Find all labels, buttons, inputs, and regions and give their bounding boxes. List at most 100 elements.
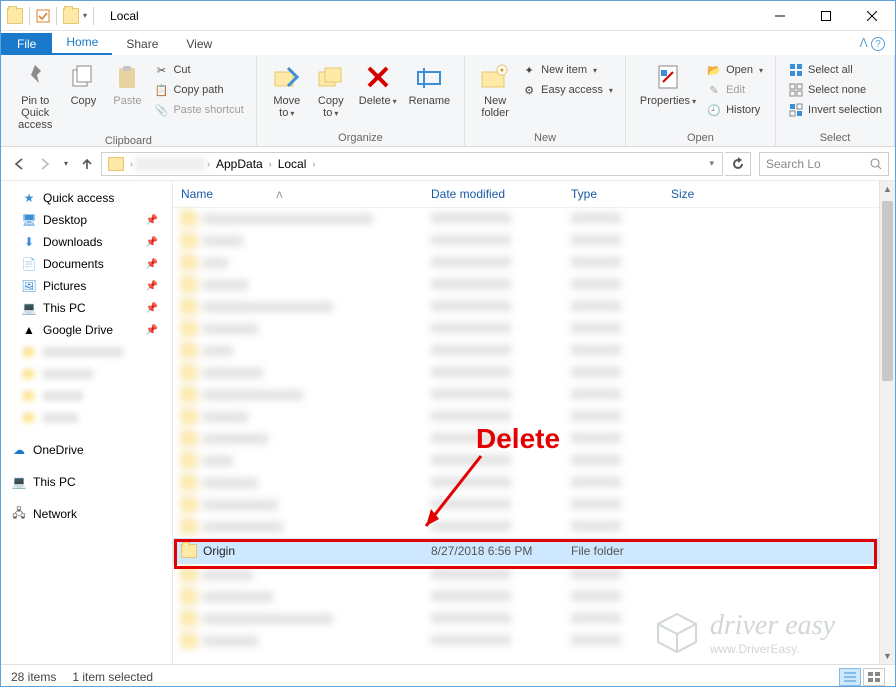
list-item[interactable]: [173, 296, 895, 318]
tab-home[interactable]: Home: [52, 31, 112, 55]
sidebar-item-documents[interactable]: 📄Documents📌: [1, 253, 172, 275]
sidebar-item-network[interactable]: 🖧Network: [1, 503, 172, 525]
sort-indicator-icon: ᐱ: [276, 190, 282, 200]
rename-button[interactable]: Rename: [403, 59, 457, 109]
copy-to-button[interactable]: Copy to▾: [309, 59, 353, 121]
pin-to-quick-access-button[interactable]: Pin to Quick access: [9, 59, 61, 133]
scroll-up-icon[interactable]: ▲: [880, 181, 895, 197]
path-icon: 📋: [153, 82, 169, 98]
invert-selection-icon: [788, 102, 804, 118]
cut-button[interactable]: ✂Cut: [149, 61, 247, 79]
sidebar-item-this-pc-2[interactable]: 💻This PC: [1, 471, 172, 493]
column-size[interactable]: Size: [671, 187, 751, 201]
list-item[interactable]: [173, 230, 895, 252]
sidebar-item-blurred[interactable]: 📁: [1, 385, 172, 407]
invert-selection-button[interactable]: Invert selection: [784, 101, 886, 119]
paste-icon: [114, 64, 140, 90]
window-title: Local: [110, 9, 757, 23]
list-item[interactable]: [173, 608, 895, 630]
folder-icon: [63, 8, 79, 24]
scrollbar-thumb[interactable]: [882, 201, 893, 381]
list-item[interactable]: [173, 208, 895, 230]
sidebar-item-downloads[interactable]: ⬇Downloads📌: [1, 231, 172, 253]
history-button[interactable]: 🕘History: [702, 101, 767, 119]
sidebar-item-this-pc[interactable]: 💻This PC📌: [1, 297, 172, 319]
select-all-button[interactable]: Select all: [784, 61, 886, 79]
list-item[interactable]: [173, 274, 895, 296]
sidebar-item-desktop[interactable]: 🖥Desktop📌: [1, 209, 172, 231]
close-button[interactable]: [849, 1, 895, 31]
properties-button[interactable]: Properties▾: [634, 59, 702, 109]
sidebar-item-blurred[interactable]: 📁: [1, 363, 172, 385]
breadcrumb[interactable]: › › AppData › Local › ▾: [101, 152, 723, 176]
forward-button[interactable]: [33, 152, 57, 176]
refresh-button[interactable]: [725, 152, 751, 176]
thumbnails-view-button[interactable]: [863, 668, 885, 686]
up-button[interactable]: [75, 152, 99, 176]
scroll-down-icon[interactable]: ▼: [880, 648, 895, 664]
titlebar: ▾ Local: [1, 1, 895, 31]
column-type[interactable]: Type: [571, 187, 671, 201]
breadcrumb-local[interactable]: Local: [274, 157, 311, 171]
history-icon: 🕘: [706, 102, 722, 118]
select-none-button[interactable]: Select none: [784, 81, 886, 99]
list-item[interactable]: [173, 472, 895, 494]
list-item[interactable]: [173, 362, 895, 384]
select-none-icon: [788, 82, 804, 98]
details-view-button[interactable]: [839, 668, 861, 686]
checkbox-icon[interactable]: [36, 9, 50, 23]
edit-button[interactable]: ✎Edit: [702, 81, 767, 99]
minimize-button[interactable]: [757, 1, 803, 31]
move-to-icon: [273, 64, 301, 90]
scrollbar-vertical[interactable]: ▲ ▼: [879, 181, 895, 664]
column-headers[interactable]: Name ᐱ Date modified Type Size: [173, 181, 895, 208]
tab-view[interactable]: View: [172, 33, 226, 55]
copy-button[interactable]: Copy: [61, 59, 105, 109]
column-date[interactable]: Date modified: [431, 187, 571, 201]
delete-button[interactable]: Delete▾: [353, 59, 403, 109]
breadcrumb-dropdown-icon[interactable]: ▾: [703, 158, 720, 169]
sidebar-item-quick-access[interactable]: ★Quick access: [1, 187, 172, 209]
list-item[interactable]: [173, 630, 895, 652]
list-item[interactable]: [173, 516, 895, 538]
open-group-label: Open: [634, 130, 767, 144]
open-button[interactable]: 📂Open▾: [702, 61, 767, 79]
sidebar-item-pictures[interactable]: 🖼Pictures📌: [1, 275, 172, 297]
breadcrumb-appdata[interactable]: AppData: [212, 157, 267, 171]
x-icon: [365, 64, 391, 90]
paste-button[interactable]: Paste: [105, 59, 149, 109]
sidebar-item-blurred[interactable]: 📁: [1, 341, 172, 363]
list-item[interactable]: [173, 340, 895, 362]
list-item[interactable]: [173, 318, 895, 340]
list-item[interactable]: [173, 586, 895, 608]
move-to-button[interactable]: Move to▾: [265, 59, 309, 121]
maximize-button[interactable]: [803, 1, 849, 31]
new-item-button[interactable]: ✦New item▾: [517, 61, 617, 79]
new-item-icon: ✦: [521, 62, 537, 78]
list-item[interactable]: [173, 564, 895, 586]
sidebar-item-google-drive[interactable]: ▲Google Drive📌: [1, 319, 172, 341]
easy-access-icon: ⚙: [521, 82, 537, 98]
copy-to-icon: [317, 64, 345, 90]
search-input[interactable]: Search Lo: [759, 152, 889, 176]
paste-shortcut-button[interactable]: 📎Paste shortcut: [149, 101, 247, 119]
ribbon-collapse-button[interactable]: ᐱ ?: [849, 32, 895, 56]
list-item[interactable]: [173, 252, 895, 274]
sidebar-item-blurred[interactable]: 📁: [1, 407, 172, 429]
copy-path-button[interactable]: 📋Copy path: [149, 81, 247, 99]
easy-access-button[interactable]: ⚙Easy access▾: [517, 81, 617, 99]
sidebar-item-onedrive[interactable]: ☁OneDrive: [1, 439, 172, 461]
back-button[interactable]: [7, 152, 31, 176]
list-item[interactable]: [173, 384, 895, 406]
status-selected-count: 1 item selected: [72, 670, 153, 684]
column-name[interactable]: Name ᐱ: [181, 187, 431, 201]
tab-share[interactable]: Share: [112, 33, 172, 55]
tab-file[interactable]: File: [1, 33, 52, 55]
new-folder-button[interactable]: ✦ New folder: [473, 59, 517, 121]
recent-locations-button[interactable]: ▾: [59, 152, 73, 176]
organize-group-label: Organize: [265, 130, 456, 144]
desktop-icon: 🖥: [21, 212, 37, 228]
qat-dropdown-icon[interactable]: ▾: [83, 11, 87, 20]
list-item[interactable]: [173, 494, 895, 516]
list-item-origin[interactable]: Origin 8/27/2018 6:56 PM File folder: [173, 538, 895, 564]
